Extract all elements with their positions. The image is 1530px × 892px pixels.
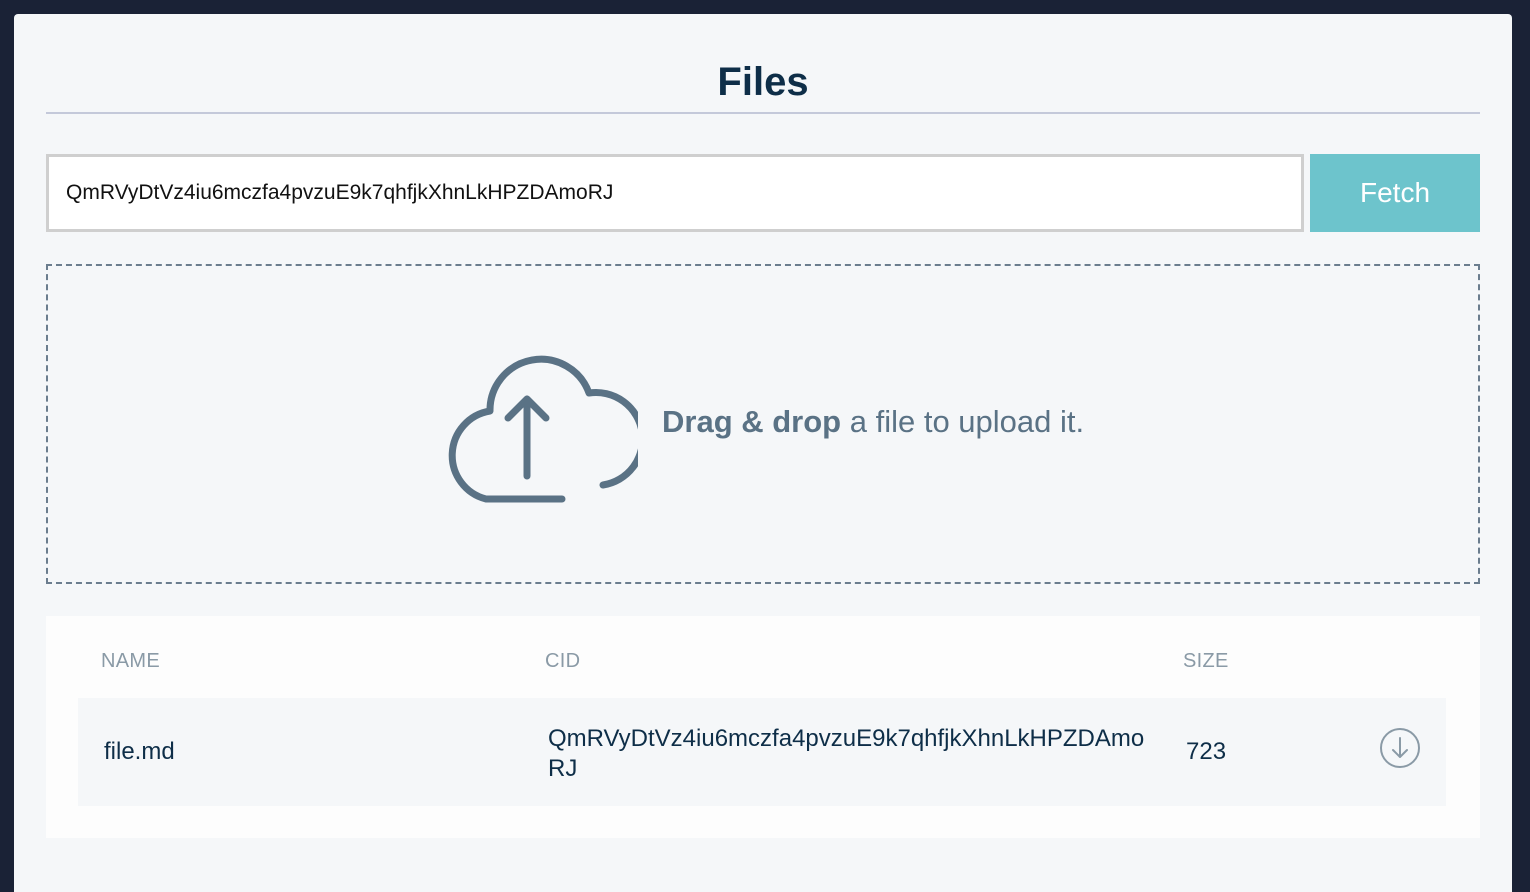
dropzone-rest-text: a file to upload it. bbox=[841, 404, 1085, 439]
file-size: 723 bbox=[1186, 738, 1227, 765]
table-row: file.md QmRVyDtVz4iu6mczfa4pvzuE9k7qhfjk… bbox=[78, 698, 1446, 806]
files-panel: Files Fetch Drag & drop a file to upload… bbox=[14, 14, 1512, 892]
column-header-name: NAME bbox=[101, 650, 160, 672]
cloud-upload-icon bbox=[448, 355, 638, 503]
column-header-cid: CID bbox=[545, 650, 581, 672]
file-cid: QmRVyDtVz4iu6mczfa4pvzuE9k7qhfjkXhnLkHPZ… bbox=[548, 725, 1145, 782]
fetch-button[interactable]: Fetch bbox=[1310, 154, 1480, 232]
upload-dropzone[interactable]: Drag & drop a file to upload it. bbox=[46, 264, 1480, 584]
column-header-size: SIZE bbox=[1183, 650, 1229, 672]
page-title: Files bbox=[717, 60, 809, 104]
cid-input[interactable] bbox=[46, 154, 1304, 232]
download-icon[interactable] bbox=[1378, 726, 1422, 770]
dropzone-bold-text: Drag & drop bbox=[662, 404, 842, 439]
file-name: file.md bbox=[104, 738, 175, 765]
files-table: NAME CID SIZE file.md QmRVyDtVz4iu6mczfa… bbox=[46, 616, 1480, 838]
dropzone-text: Drag & drop a file to upload it. bbox=[662, 402, 1084, 442]
title-divider bbox=[46, 112, 1480, 114]
